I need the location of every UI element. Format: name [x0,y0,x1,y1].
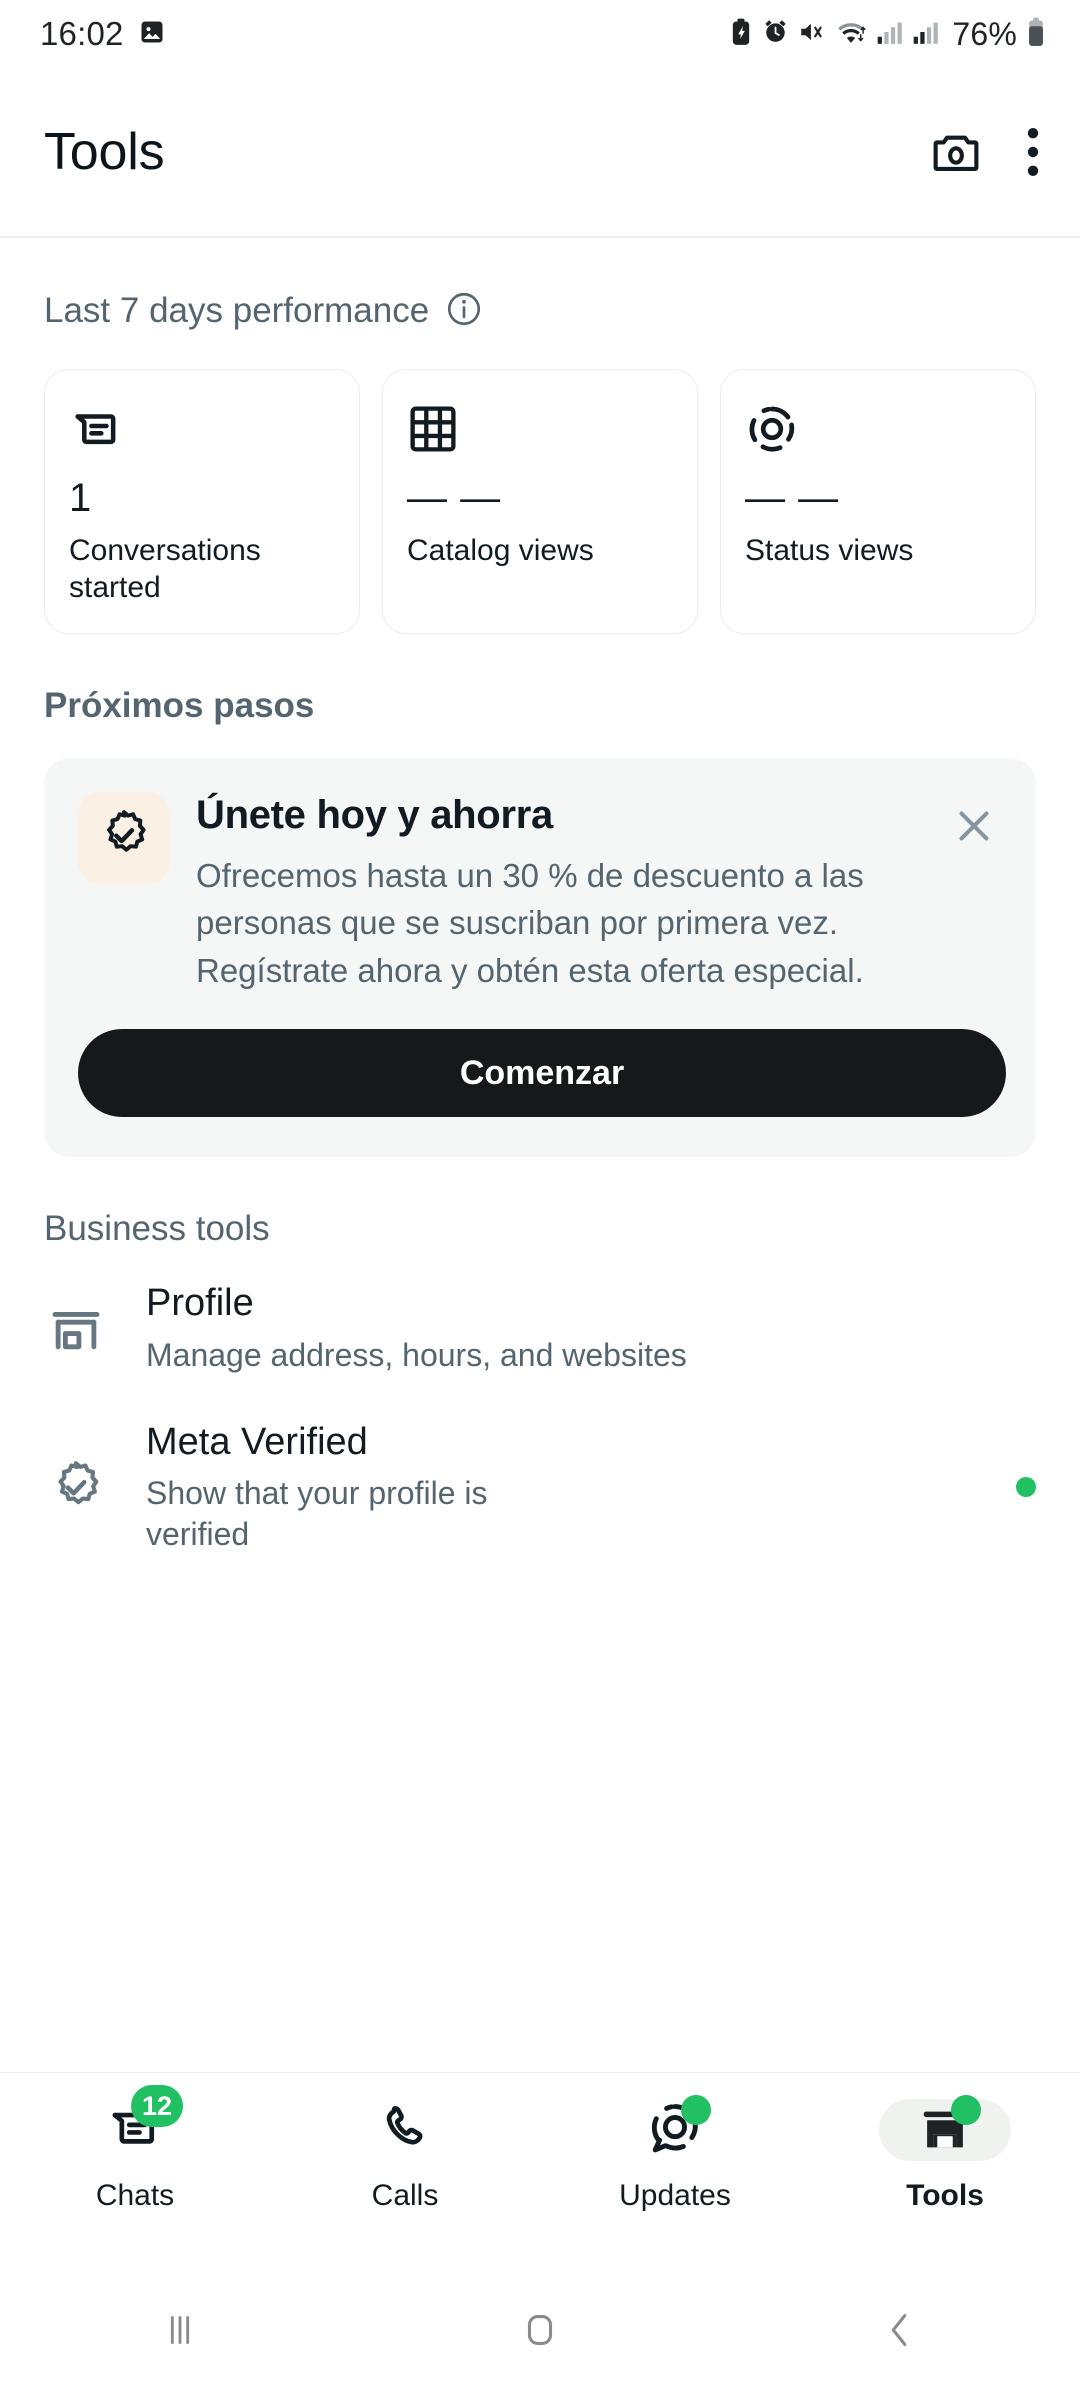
list-item-title: Meta Verified [146,1420,368,1463]
promo-text: Únete hoy y ahorra Ofrecemos hasta un 30… [196,792,1006,996]
performance-heading: Last 7 days performance [44,291,430,330]
stat-card-status[interactable]: — — Status views [720,368,1036,634]
stat-value: — — [407,475,502,520]
back-icon [877,2307,923,2358]
status-time: 16:02 [40,15,124,52]
stat-label: Catalog views [407,533,594,567]
stat-label: Status views [745,533,914,567]
list-item-subtitle: Show that your profile is verified [146,1475,488,1553]
status-bar-left: 16:02 [40,15,166,53]
list-item-meta-verified[interactable]: Meta Verified Show that your profile is … [0,1398,1080,1578]
bottom-navigation: 12 Chats Calls Updates Tools [0,2072,1080,2264]
page-title: Tools [44,123,165,181]
tab-calls[interactable]: Calls [270,2099,540,2213]
promo-cta-button[interactable]: Comenzar [78,1029,1006,1118]
conversations-icon [69,400,335,458]
app-bar: Tools [0,68,1080,236]
business-tools-list: Profile Manage address, hours, and websi… [0,1249,1080,1577]
catalog-grid-icon [407,400,673,458]
storefront-icon [44,1299,108,1357]
tab-tools[interactable]: Tools [810,2095,1080,2213]
stat-value: — — [745,475,840,520]
updates-icon-wrap [609,2095,741,2161]
promo-top: Únete hoy y ahorra Ofrecemos hasta un 30… [78,791,1006,996]
back-button[interactable] [720,2307,1080,2358]
tab-label-chats: Chats [95,2179,175,2212]
signal-1-icon [876,19,903,50]
promo-icon-tile [78,791,170,884]
recents-button[interactable] [0,2307,360,2358]
stat-card-conversations[interactable]: 1 Conversations started [44,368,360,634]
promo-card[interactable]: Únete hoy y ahorra Ofrecemos hasta un 30… [44,757,1036,1158]
performance-section-header: Last 7 days performance [0,238,1080,333]
home-button[interactable] [360,2307,720,2358]
battery-saver-icon [729,18,753,51]
tab-label-tools: Tools [906,2179,984,2212]
verified-badge-icon [44,1458,108,1516]
close-icon[interactable] [948,800,1000,852]
wifi-icon [835,18,867,51]
list-item-texts: Profile Manage address, hours, and websi… [146,1281,1036,1376]
status-badge [1016,1477,1036,1498]
stat-card-catalog[interactable]: — — Catalog views [382,368,698,634]
promo-body: Ofrecemos hasta un 30 % de descuento a l… [196,856,864,990]
status-ring-icon [745,400,1011,458]
performance-cards: 1 Conversations started — — Catalog view… [0,333,1080,634]
battery-icon [1026,17,1046,52]
next-steps-section-header: Próximos pasos [0,634,1080,726]
mute-icon [798,19,826,50]
alarm-icon [762,18,789,50]
recents-icon [157,2307,203,2358]
tab-label-calls: Calls [371,2179,439,2212]
home-icon [517,2307,563,2358]
list-item-profile[interactable]: Profile Manage address, hours, and websi… [0,1259,1080,1398]
overflow-menu-icon[interactable] [1026,126,1040,178]
tab-chats[interactable]: 12 Chats [0,2085,270,2213]
chats-unread-badge: 12 [131,2085,184,2127]
calls-icon [378,2101,432,2160]
list-item-texts: Meta Verified Show that your profile is … [146,1420,996,1556]
list-item-title: Profile [146,1282,254,1325]
camera-icon[interactable] [930,126,982,178]
status-bar: 16:02 76% [0,0,1080,68]
status-bar-right: 76% [729,16,1046,53]
chats-icon-wrap: 12 [69,2085,201,2161]
updates-status-dot [681,2095,711,2125]
list-item-subtitle: Manage address, hours, and websites [146,1336,687,1373]
verified-badge-icon [96,807,152,868]
next-steps-heading: Próximos pasos [44,685,315,725]
stat-value: 1 [69,475,93,520]
promo-title: Únete hoy y ahorra [196,792,553,837]
system-navigation-bar [0,2264,1080,2400]
calls-icon-wrap [339,2099,471,2161]
business-tools-heading: Business tools [44,1209,270,1249]
battery-percent: 76% [952,15,1017,52]
signal-2-icon [912,19,939,50]
stat-label: Conversations started [69,533,261,605]
main-content: Last 7 days performance 1 Conversations … [0,238,1080,1578]
tools-icon-wrap [879,2095,1011,2161]
gallery-icon [138,18,166,51]
business-tools-section-header: Business tools [0,1157,1080,1249]
tab-updates[interactable]: Updates [540,2095,810,2213]
app-bar-actions [930,126,1040,178]
tools-status-dot [951,2095,981,2125]
tab-label-updates: Updates [619,2179,731,2212]
info-icon[interactable] [445,290,483,333]
